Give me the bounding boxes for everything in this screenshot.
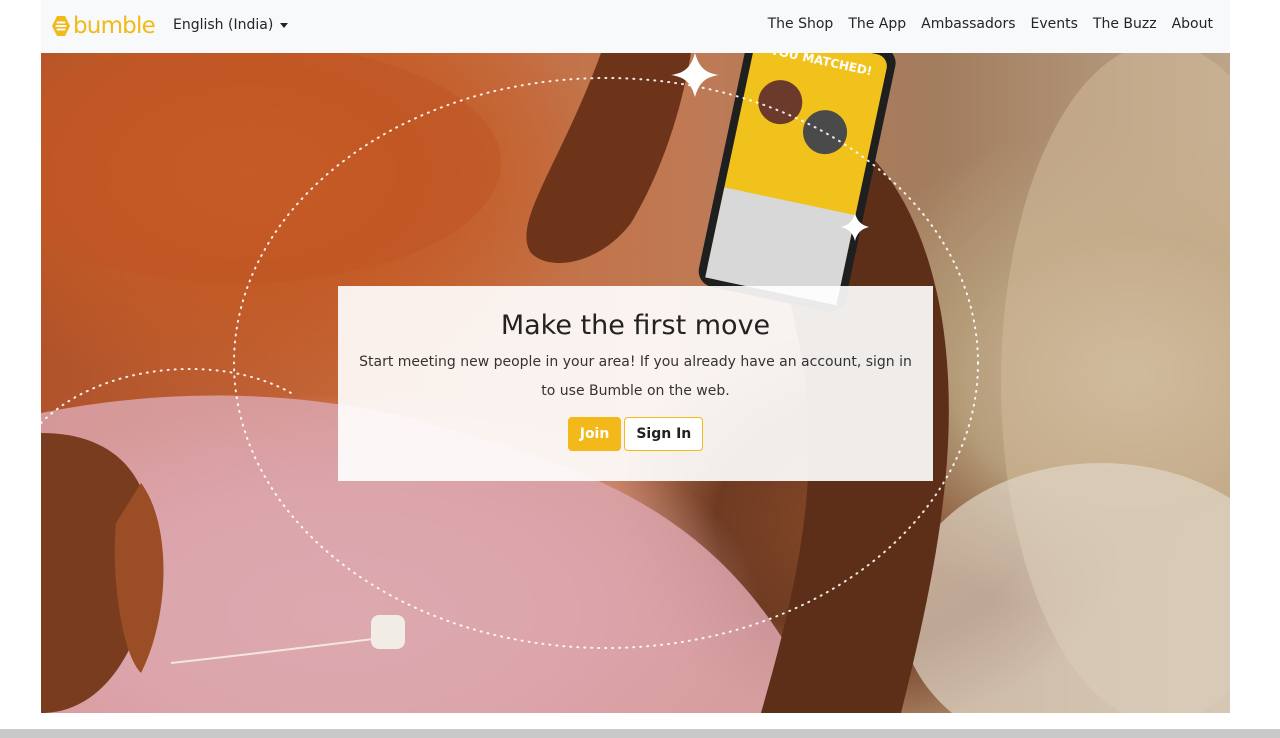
hero-actions: Join Sign In — [338, 417, 933, 451]
hero-subtitle: Start meeting new people in your area! I… — [359, 354, 912, 399]
language-label: English (India) — [173, 17, 274, 33]
bumble-logo[interactable]: bumble — [51, 13, 156, 39]
nav-link-the-app[interactable]: The App — [848, 16, 906, 32]
page-frame: bumble English (India) The Shop The App … — [41, 0, 1230, 713]
nav-link-about[interactable]: About — [1172, 16, 1213, 32]
hero-section: YOU MATCHED! Make the first move Start m… — [41, 53, 1230, 713]
top-navbar: bumble English (India) The Shop The App … — [41, 0, 1230, 53]
sign-in-button[interactable]: Sign In — [624, 417, 704, 451]
hero-title: Make the first move — [500, 310, 771, 341]
language-dropdown[interactable]: English (India) — [173, 17, 289, 33]
nav-link-the-buzz[interactable]: The Buzz — [1093, 16, 1157, 32]
logo-text: bumble — [73, 13, 156, 39]
nav-link-the-shop[interactable]: The Shop — [768, 16, 834, 32]
nav-link-events[interactable]: Events — [1031, 16, 1078, 32]
hero-card: Make the first move Start meeting new pe… — [338, 286, 933, 481]
caret-down-icon — [280, 22, 289, 28]
nav-links: The Shop The App Ambassadors Events The … — [768, 16, 1213, 32]
bumble-hive-icon — [52, 16, 70, 36]
nav-link-ambassadors[interactable]: Ambassadors — [921, 16, 1015, 32]
join-button[interactable]: Join — [567, 417, 622, 451]
horizontal-scrollbar[interactable] — [0, 729, 1280, 738]
